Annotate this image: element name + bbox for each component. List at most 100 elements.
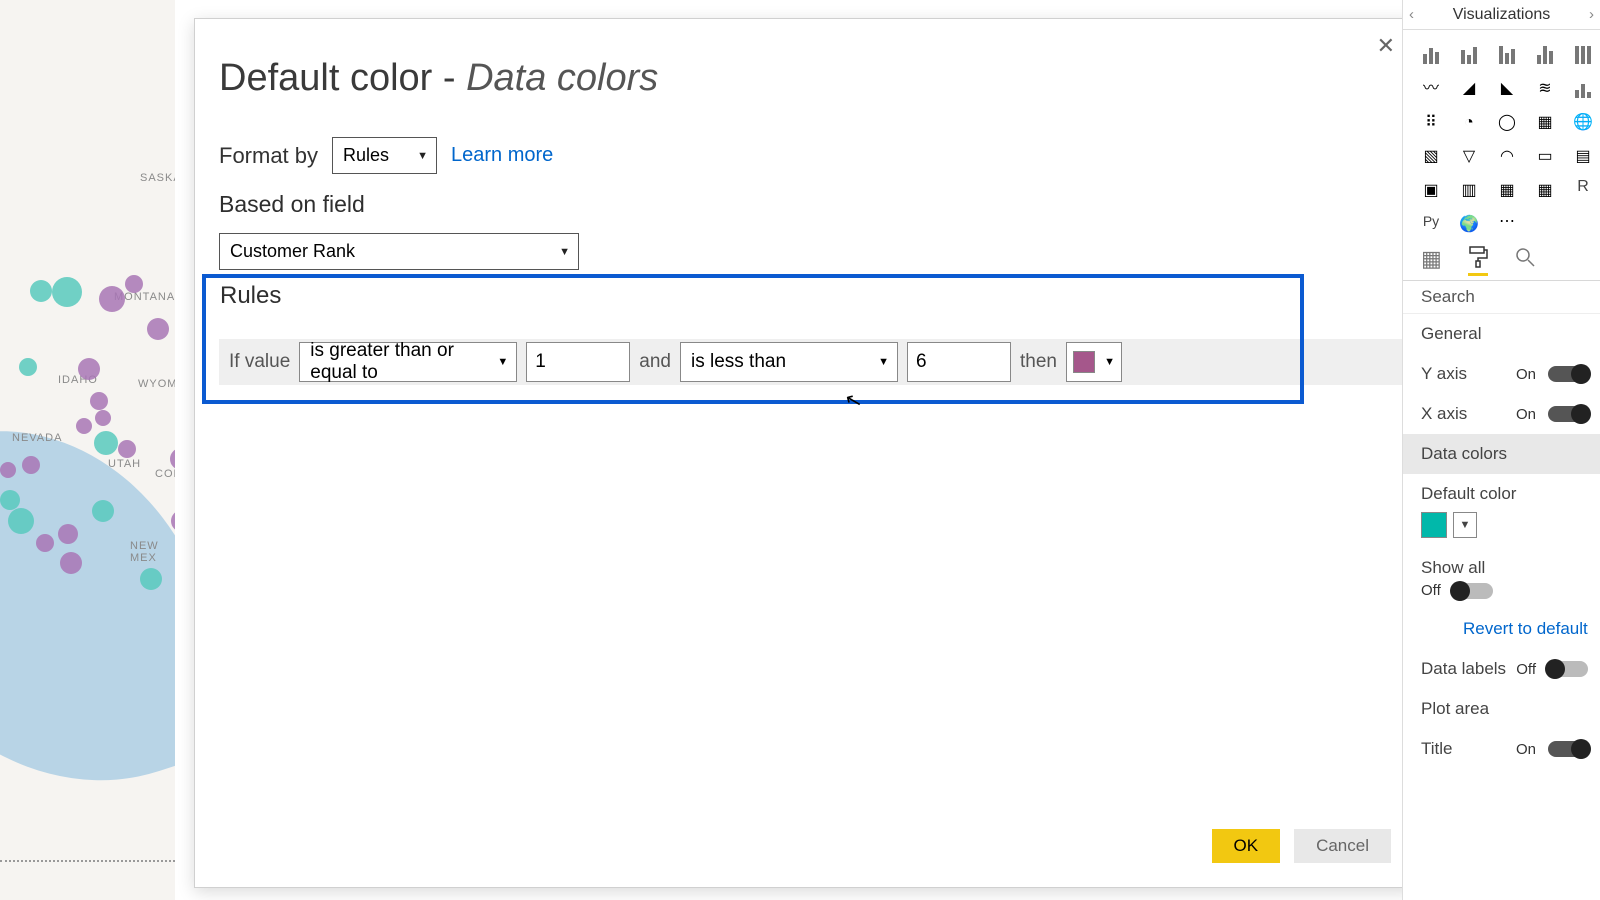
chevron-down-icon: ▼ [497, 356, 508, 368]
revert-to-default-link[interactable]: Revert to default [1403, 609, 1600, 649]
viz-slicer[interactable]: ▥ [1455, 174, 1483, 200]
viz-py[interactable]: Py [1417, 208, 1445, 234]
viz-filled-map[interactable]: ▧ [1417, 140, 1445, 166]
map-bubble [78, 358, 100, 380]
viz-table[interactable]: ▦ [1493, 174, 1521, 200]
format-data-labels[interactable]: Data labels Off [1403, 649, 1600, 689]
chevron-right-icon[interactable]: › [1589, 6, 1594, 23]
format-plot-area[interactable]: Plot area [1403, 689, 1600, 729]
map-bubble [171, 510, 175, 532]
close-icon[interactable]: ✕ [1377, 33, 1395, 59]
format-by-select[interactable]: Rules ▼ [332, 137, 437, 174]
viz-type-grid: 〰 ◢ ◣ ≋ ⠿ ◔ ◯ ▦ 🌐 ▧ ▽ ◠ ▭ ▤ ▣ ▥ ▦ ▦ R Py… [1403, 30, 1600, 238]
visualizations-pane: ‹ Visualizations › 〰 ◢ ◣ ≋ ⠿ ◔ ◯ ▦ 🌐 ▧ ▽… [1402, 0, 1600, 900]
map-bubble [170, 448, 175, 470]
x-axis-toggle[interactable] [1548, 406, 1588, 422]
rule-val2-input[interactable] [907, 342, 1011, 382]
format-xaxis-label: X axis [1421, 404, 1467, 424]
viz-funnel[interactable]: ▽ [1455, 140, 1483, 166]
tab-format[interactable] [1468, 246, 1488, 276]
map-bubble [92, 500, 114, 522]
viz-waterfall[interactable] [1569, 72, 1597, 98]
viz-ribbon[interactable]: ≋ [1531, 72, 1559, 98]
map-bubble [30, 280, 52, 302]
map-bubble [147, 318, 169, 340]
map-label-wyoming: WYOMIN [138, 378, 175, 390]
viz-pie[interactable]: ◔ [1455, 106, 1483, 132]
map-bubble [140, 568, 162, 590]
viz-r[interactable]: R [1569, 174, 1597, 200]
viz-gauge[interactable]: ◠ [1493, 140, 1521, 166]
map-bubble [60, 552, 82, 574]
map-dotted-line [0, 860, 175, 862]
viz-more[interactable]: ⋯ [1493, 208, 1521, 234]
viz-clustered-bar[interactable] [1455, 38, 1483, 64]
toggle-on-label: On [1516, 741, 1536, 758]
y-axis-toggle[interactable] [1548, 366, 1588, 382]
default-color-picker[interactable]: ▼ [1403, 508, 1600, 548]
map-bubble [95, 410, 111, 426]
format-plotarea-label: Plot area [1421, 699, 1489, 719]
rule-color-picker[interactable]: ▼ [1066, 342, 1122, 382]
viz-card[interactable]: ▭ [1531, 140, 1559, 166]
map-bubble [94, 431, 118, 455]
format-x-axis[interactable]: X axis On [1403, 394, 1600, 434]
format-title[interactable]: Title On [1403, 729, 1600, 769]
title-toggle[interactable] [1548, 741, 1588, 757]
chevron-down-icon: ▼ [1453, 512, 1477, 538]
then-label: then [1020, 351, 1057, 373]
viz-stacked-column[interactable] [1493, 38, 1521, 64]
default-color-label: Default color [1403, 474, 1600, 508]
rule-op1-select[interactable]: is greater than or equal to ▼ [299, 342, 517, 382]
toggle-on-label: On [1516, 366, 1536, 383]
viz-multi-card[interactable]: ▤ [1569, 140, 1597, 166]
cancel-button[interactable]: Cancel [1294, 829, 1391, 863]
format-datacolors-label: Data colors [1421, 444, 1507, 464]
viz-stacked-area[interactable]: ◣ [1493, 72, 1521, 98]
viz-map[interactable]: 🌐 [1569, 106, 1597, 132]
viz-stacked-bar[interactable] [1417, 38, 1445, 64]
map-bubble [8, 508, 34, 534]
show-all-toggle[interactable] [1453, 583, 1493, 599]
format-by-row: Format by Rules ▼ Learn more [219, 137, 553, 174]
tab-analytics[interactable] [1514, 246, 1536, 276]
format-options-list: General Y axis On X axis On Data colors … [1403, 314, 1600, 769]
viz-donut[interactable]: ◯ [1493, 106, 1521, 132]
chevron-down-icon: ▼ [878, 356, 889, 368]
toggle-off-label: Off [1421, 582, 1441, 599]
viz-matrix[interactable]: ▦ [1531, 174, 1559, 200]
dialog-buttons: OK Cancel [1212, 829, 1391, 863]
map-bubble [99, 286, 125, 312]
format-y-axis[interactable]: Y axis On [1403, 354, 1600, 394]
show-all-row: Off [1403, 582, 1600, 609]
format-by-value: Rules [343, 145, 389, 166]
viz-globe[interactable]: 🌍 [1455, 208, 1483, 234]
visualizations-header: ‹ Visualizations › [1403, 0, 1600, 30]
chevron-down-icon: ▼ [1104, 356, 1115, 368]
format-general[interactable]: General [1403, 314, 1600, 354]
map-bubble [0, 490, 20, 510]
rule-val1-input[interactable] [526, 342, 630, 382]
show-all-label: Show all [1403, 548, 1600, 582]
data-labels-toggle[interactable] [1548, 661, 1588, 677]
ok-button[interactable]: OK [1212, 829, 1281, 863]
viz-treemap[interactable]: ▦ [1531, 106, 1559, 132]
viz-area[interactable]: ◢ [1455, 72, 1483, 98]
rule-op2-select[interactable]: is less than ▼ [680, 342, 898, 382]
format-search[interactable]: Search [1403, 281, 1600, 314]
viz-kpi[interactable]: ▣ [1417, 174, 1445, 200]
viz-line[interactable]: 〰 [1417, 72, 1445, 98]
viz-100-stacked[interactable] [1569, 38, 1597, 64]
chevron-left-icon[interactable]: ‹ [1409, 6, 1414, 23]
format-data-colors[interactable]: Data colors [1403, 434, 1600, 474]
tab-fields[interactable]: ▦ [1421, 246, 1442, 276]
analytics-icon [1514, 246, 1536, 268]
viz-scatter[interactable]: ⠿ [1417, 106, 1445, 132]
map-bubble [76, 418, 92, 434]
map-bubble [22, 456, 40, 474]
rule-op1-value: is greater than or equal to [310, 340, 488, 384]
format-general-label: General [1421, 324, 1481, 344]
based-on-field-select[interactable]: Customer Rank ▼ [219, 233, 579, 270]
viz-clustered-column[interactable] [1531, 38, 1559, 64]
learn-more-link[interactable]: Learn more [451, 144, 553, 167]
